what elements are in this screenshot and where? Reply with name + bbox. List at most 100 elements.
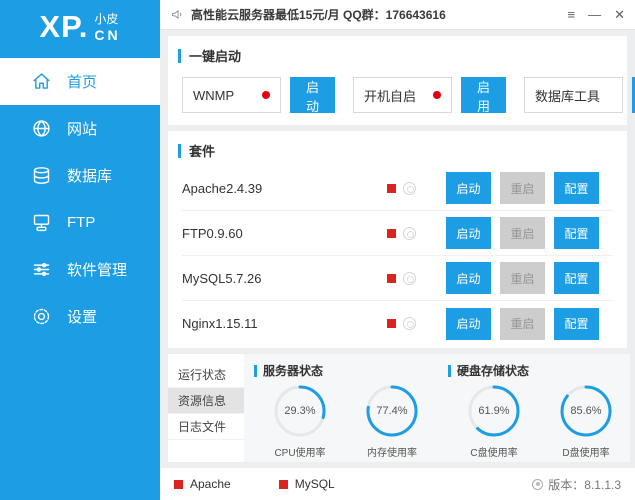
config-button[interactable]: 配置 — [554, 217, 599, 249]
sidebar-item-label: FTP — [67, 214, 96, 231]
menu-icon[interactable]: ≡ — [568, 8, 576, 21]
app-window: XP. 小皮 CN 首页 网站 数据库 FTP 软件管理 设置 高性能云服务器最… — [0, 0, 635, 500]
quick-start-group-wnmp: WNMP 启动 — [182, 77, 335, 114]
database-icon — [30, 165, 52, 187]
logo-text: XP. — [39, 9, 89, 44]
restart-button[interactable]: 重启 — [500, 262, 545, 294]
dbtool-label: 数据库工具 — [535, 88, 601, 104]
config-button[interactable]: 配置 — [554, 172, 599, 204]
footer: Apache MySQL 版本：8.1.1.3 — [160, 468, 635, 500]
disk-status-group: 硬盘存储状态 61.9% C盘使用率 85.6% D盘使用率 — [448, 362, 624, 459]
minimize-icon[interactable]: — — [588, 8, 601, 21]
title-accent-bar — [178, 48, 181, 63]
restart-button[interactable]: 重启 — [500, 307, 545, 340]
cpu-usage-value: 29.3% — [284, 405, 316, 417]
d-drive-usage-label: D盘使用率 — [562, 448, 610, 459]
sidebar-item-label: 数据库 — [67, 168, 113, 185]
stopped-status-icon — [387, 319, 396, 328]
close-icon[interactable]: ✕ — [614, 8, 625, 21]
sidebar-item-label: 首页 — [67, 74, 98, 91]
stopped-status-icon — [387, 228, 396, 238]
red-square-icon — [278, 479, 288, 489]
config-button[interactable]: 配置 — [554, 262, 599, 294]
logo-sub-bottom: CN — [94, 26, 121, 43]
status-ring-icon — [403, 181, 416, 195]
start-button[interactable]: 启动 — [446, 217, 491, 249]
server-status-title: 服务器状态 — [263, 364, 324, 378]
autostart-label: 开机自启 — [364, 88, 417, 104]
version-text: 版本：8.1.1.3 — [548, 477, 621, 492]
main-content: 高性能云服务器最低15元/月 QQ群：176643616 ≡ — ✕ 一键启动 … — [160, 0, 635, 500]
d-drive-usage-value: 85.6% — [570, 405, 602, 417]
status-card: 运行状态 资源信息 日志文件 服务器状态 29.3% CPU使用率 77.4% … — [168, 354, 630, 462]
announcement-text: 高性能云服务器最低15元/月 QQ群：176643616 — [191, 8, 446, 22]
quick-start-group-dbtool: 数据库工具 打开 — [524, 77, 635, 113]
status-ring-icon — [403, 317, 416, 330]
restart-button[interactable]: 重启 — [500, 172, 545, 204]
memory-usage-value: 77.4% — [376, 405, 408, 417]
home-icon — [30, 71, 52, 93]
sidebar-item-label: 软件管理 — [67, 262, 128, 279]
quick-start-group-autostart: 开机自启 启用 — [353, 77, 506, 114]
speaker-icon — [170, 7, 185, 22]
suite-row-mysql: MySQL5.7.26 启动 重启 配置 — [182, 256, 613, 301]
content-body: 一键启动 WNMP 启动 开机自启 启用 数据库工具 套件 Apache2.4.… — [160, 30, 635, 468]
start-button[interactable]: 启动 — [446, 262, 491, 294]
version-icon — [532, 478, 544, 490]
gear-icon — [30, 306, 52, 328]
tab-log-files[interactable]: 日志文件 — [168, 414, 244, 440]
stopped-status-icon — [387, 273, 396, 283]
suite-title: 套件 — [189, 144, 216, 159]
suite-row-apache: Apache2.4.39 启动 重启 配置 — [182, 166, 613, 211]
sidebar-item-label: 设置 — [67, 309, 98, 326]
d-drive-gauge: 85.6% D盘使用率 — [548, 383, 624, 459]
sidebar-menu: 首页 网站 数据库 FTP 软件管理 设置 — [0, 58, 160, 340]
sidebar-item-ftp[interactable]: FTP — [0, 199, 160, 246]
topbar: 高性能云服务器最低15元/月 QQ群：176643616 ≡ — ✕ — [160, 0, 635, 30]
gauge-panel: 服务器状态 29.3% CPU使用率 77.4% 内存使用率 硬盘存储状态 61… — [244, 354, 630, 462]
legend-apache: Apache — [174, 477, 231, 491]
tab-running-status[interactable]: 运行状态 — [168, 362, 244, 388]
version-info: 版本：8.1.1.3 — [532, 476, 621, 493]
sidebar-item-website[interactable]: 网站 — [0, 105, 160, 152]
c-drive-usage-label: C盘使用率 — [470, 448, 518, 459]
restart-button[interactable]: 重启 — [500, 217, 545, 249]
suite-header: 套件 — [168, 131, 627, 166]
sidebar-item-home[interactable]: 首页 — [0, 58, 160, 105]
server-status-group: 服务器状态 29.3% CPU使用率 77.4% 内存使用率 — [254, 362, 430, 459]
title-accent-bar — [254, 364, 257, 377]
wnmp-start-button[interactable]: 启动 — [289, 77, 335, 114]
config-button[interactable]: 配置 — [554, 307, 599, 340]
autostart-enable-button[interactable]: 启用 — [460, 77, 506, 114]
cpu-gauge: 29.3% CPU使用率 — [262, 383, 338, 459]
cpu-usage-label: CPU使用率 — [274, 448, 326, 459]
quick-start-card: 一键启动 WNMP 启动 开机自启 启用 数据库工具 — [168, 36, 635, 125]
autostart-status-box: 开机自启 — [353, 77, 452, 113]
quick-start-header: 一键启动 — [168, 36, 627, 71]
globe-icon — [30, 118, 52, 140]
status-dot-icon — [432, 91, 441, 99]
suite-row-nginx: Nginx1.15.11 启动 重启 配置 — [182, 301, 613, 346]
start-button[interactable]: 启动 — [446, 307, 491, 340]
c-drive-usage-value: 61.9% — [478, 405, 510, 417]
stopped-status-icon — [387, 183, 396, 193]
status-tabs: 运行状态 资源信息 日志文件 — [168, 354, 244, 462]
quick-start-title: 一键启动 — [189, 49, 242, 64]
dbtool-box: 数据库工具 — [524, 77, 623, 113]
monitor-icon — [30, 212, 52, 234]
suite-card: 套件 Apache2.4.39 启动 重启 配置 FTP0.9.60 启动 重启… — [168, 131, 627, 348]
status-dot-icon — [261, 91, 270, 99]
wnmp-label: WNMP — [193, 87, 235, 103]
sidebar: XP. 小皮 CN 首页 网站 数据库 FTP 软件管理 设置 — [0, 0, 160, 500]
title-accent-bar — [178, 143, 181, 158]
sidebar-item-software[interactable]: 软件管理 — [0, 246, 160, 293]
tab-resource-info[interactable]: 资源信息 — [168, 388, 244, 414]
sidebar-item-settings[interactable]: 设置 — [0, 293, 160, 340]
sliders-icon — [30, 259, 52, 281]
red-square-icon — [174, 479, 183, 489]
sidebar-item-database[interactable]: 数据库 — [0, 152, 160, 199]
suite-row-ftp: FTP0.9.60 启动 重启 配置 — [182, 211, 613, 256]
start-button[interactable]: 启动 — [446, 172, 491, 204]
wnmp-status-box: WNMP — [182, 77, 281, 113]
status-ring-icon — [403, 271, 416, 285]
